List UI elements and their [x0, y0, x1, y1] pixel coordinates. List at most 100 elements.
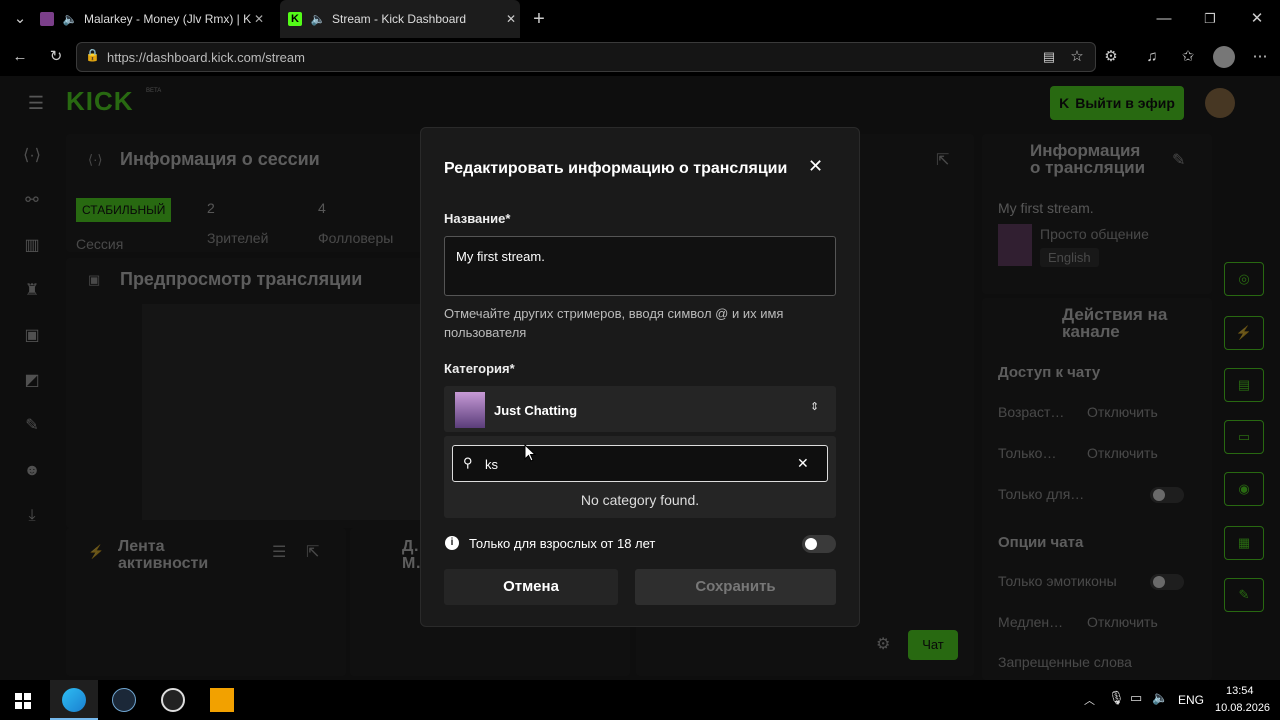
- category-value: Just Chatting: [494, 403, 578, 418]
- more-menu-icon[interactable]: ⋯: [1248, 45, 1272, 69]
- age-restriction-label: Возраст…: [998, 404, 1065, 420]
- hamburger-menu-icon[interactable]: ☰: [24, 91, 48, 115]
- link-icon[interactable]: ⚯: [20, 189, 44, 213]
- chat-send-button[interactable]: Чат: [908, 630, 958, 660]
- chart-icon[interactable]: ◩: [20, 369, 44, 393]
- category-thumbnail: [455, 392, 485, 428]
- close-tab-icon[interactable]: ✕: [254, 12, 264, 26]
- go-live-button[interactable]: K Выйти в эфир: [1050, 86, 1184, 120]
- restore-icon[interactable]: ❐: [1198, 7, 1222, 31]
- adult-content-toggle[interactable]: [802, 535, 836, 553]
- beta-badge: BETA: [146, 88, 162, 94]
- volume-icon[interactable]: 🔈: [1152, 690, 1168, 706]
- viewers-count: 2: [207, 200, 215, 216]
- tab-malarkey[interactable]: 🔈 Malarkey - Money (Jlv Rmx) | K ✕: [40, 0, 275, 38]
- stream-preview-video[interactable]: [142, 304, 432, 520]
- rail-button-1[interactable]: ◎: [1224, 262, 1264, 296]
- network-icon[interactable]: ▭: [1130, 690, 1142, 706]
- clock-time[interactable]: 13:54: [1226, 685, 1254, 697]
- address-bar[interactable]: 🔒 https://dashboard.kick.com/stream ▤ ☆: [76, 42, 1096, 72]
- chat-settings-icon[interactable]: ⚙: [876, 634, 890, 654]
- close-tab-icon[interactable]: ✕: [506, 12, 516, 26]
- chat-access-heading: Доступ к чату: [998, 364, 1101, 381]
- cs-icon[interactable]: [210, 688, 234, 712]
- filter-icon[interactable]: ☰: [272, 542, 286, 562]
- rail-button-7[interactable]: ✎: [1224, 578, 1264, 612]
- rail-button-4[interactable]: ▭: [1224, 420, 1264, 454]
- session-icon: ⟨·⟩: [88, 152, 103, 167]
- tab-kick-dashboard[interactable]: K 🔈 Stream - Kick Dashboard ✕: [280, 0, 520, 38]
- analytics-icon[interactable]: ▥: [20, 234, 44, 258]
- trophy-icon[interactable]: ♜: [20, 279, 44, 303]
- stream-icon[interactable]: ⟨·⟩: [20, 144, 44, 168]
- preview-icon: ▣: [88, 272, 101, 287]
- category-select[interactable]: Just Chatting ⇕: [444, 386, 836, 432]
- download-icon[interactable]: ⤓: [20, 504, 44, 528]
- modal-close-icon[interactable]: ✕: [808, 156, 823, 177]
- url-text: https://dashboard.kick.com/stream: [107, 49, 305, 65]
- popout-icon[interactable]: ⇱: [306, 542, 319, 562]
- tab-label: Stream - Kick Dashboard: [332, 12, 467, 26]
- minimize-icon[interactable]: —: [1152, 7, 1176, 31]
- input-language[interactable]: ENG: [1178, 693, 1204, 707]
- age-restriction-value[interactable]: Отключить: [1087, 404, 1158, 420]
- followers-count: 4: [318, 200, 326, 216]
- profile-avatar[interactable]: [1213, 46, 1235, 68]
- followers-label: Фолловеры: [318, 230, 394, 246]
- subs-only-toggle[interactable]: [1150, 487, 1184, 503]
- kick-logo[interactable]: KICK: [66, 86, 134, 117]
- reload-icon[interactable]: ↻: [44, 45, 68, 69]
- search-icon: ⚲: [463, 455, 473, 470]
- video-icon[interactable]: ▣: [20, 324, 44, 348]
- rail-button-6[interactable]: ▦: [1224, 526, 1264, 560]
- activity-title: Лента активности: [118, 538, 209, 572]
- reader-mode-icon[interactable]: ▤: [1037, 45, 1061, 69]
- favorite-star-icon[interactable]: ☆: [1065, 45, 1089, 69]
- new-tab-icon[interactable]: +: [527, 7, 551, 31]
- rail-button-5[interactable]: ◉: [1224, 472, 1264, 506]
- category-dropdown: ⚲ ks ✕ No category found.: [444, 436, 836, 518]
- no-results-message: No category found.: [580, 492, 700, 508]
- close-window-icon[interactable]: ✕: [1245, 7, 1269, 31]
- viewers-label: Зрителей: [207, 230, 269, 246]
- emote-only-toggle[interactable]: [1150, 574, 1184, 590]
- stream-info-name: My first stream.: [998, 200, 1094, 216]
- followers-only-value[interactable]: Отключить: [1087, 445, 1158, 461]
- taskbar-edge-button[interactable]: [50, 680, 98, 720]
- subs-only-label: Только для…: [998, 486, 1085, 502]
- rail-button-2[interactable]: ⚡: [1224, 316, 1264, 350]
- category-search-input[interactable]: ⚲ ks ✕: [452, 445, 828, 482]
- back-icon[interactable]: ←: [8, 45, 32, 69]
- slow-mode-value[interactable]: Отключить: [1087, 614, 1158, 630]
- tab-list-chevron-icon[interactable]: ⌄: [8, 7, 32, 31]
- clear-search-icon[interactable]: ✕: [797, 455, 809, 472]
- preview-title: Предпросмотр трансляции: [120, 269, 363, 289]
- lightning-icon: ⚡: [88, 544, 105, 559]
- obs-icon[interactable]: [161, 688, 185, 712]
- windows-start-icon[interactable]: [15, 693, 31, 709]
- steam-icon[interactable]: [112, 688, 136, 712]
- cancel-button[interactable]: Отмена: [444, 569, 618, 605]
- category-label: Категория*: [444, 361, 515, 376]
- edit-stream-info-modal: Редактировать информацию о трансляции ✕ …: [420, 127, 860, 627]
- session-sub-label: Сессия: [76, 236, 124, 252]
- users-icon[interactable]: ☻: [20, 459, 44, 483]
- chat-popout-icon[interactable]: ⇱: [936, 150, 949, 170]
- wrench-icon[interactable]: ✎: [20, 414, 44, 438]
- extensions-icon[interactable]: ⚙: [1099, 45, 1123, 69]
- edit-pencil-icon[interactable]: ✎: [1172, 150, 1185, 170]
- tray-chevron-icon[interactable]: ︿: [1084, 692, 1095, 708]
- user-avatar[interactable]: [1205, 88, 1235, 118]
- mention-hint: Отмечайте других стримеров, вводя символ…: [444, 306, 784, 340]
- rail-button-3[interactable]: ▤: [1224, 368, 1264, 402]
- search-value: ks: [485, 457, 498, 472]
- activity-panel: ⚡ Лента активности ☰ ⇱: [66, 528, 346, 676]
- stream-name-input[interactable]: My first stream.: [444, 236, 836, 296]
- channel-actions-panel: Действия на канале Доступ к чату Возраст…: [982, 298, 1212, 680]
- favorites-icon[interactable]: ✩: [1176, 45, 1200, 69]
- clock-date[interactable]: 10.08.2026: [1215, 702, 1270, 714]
- channel-actions-title: Действия на канале: [1062, 305, 1168, 341]
- microphone-icon[interactable]: 🎙: [1108, 690, 1125, 706]
- media-icon[interactable]: ♫: [1140, 45, 1164, 69]
- save-button[interactable]: Сохранить: [635, 569, 836, 605]
